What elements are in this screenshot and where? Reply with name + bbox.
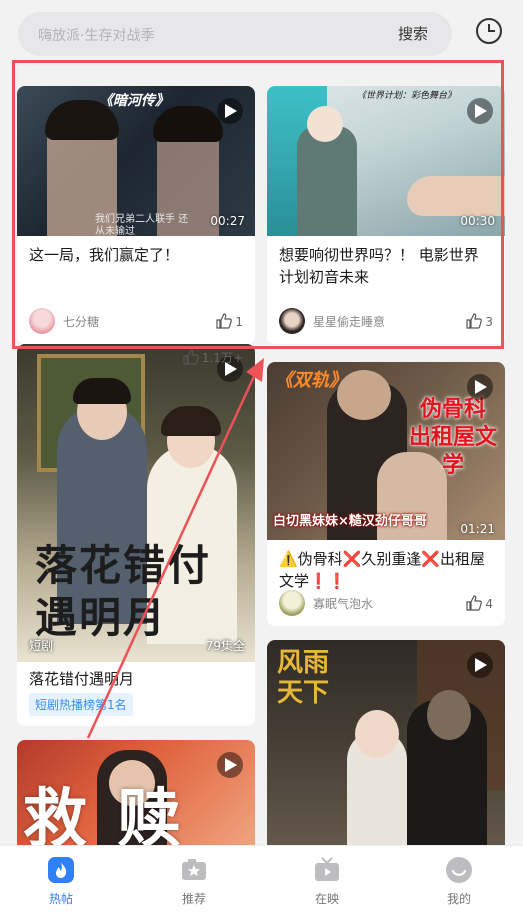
history-clock-icon[interactable]: [475, 17, 503, 45]
tab-label: 我的: [446, 892, 471, 906]
search-placeholder: 嗨放派·生存对战季: [38, 28, 155, 44]
flame-icon: [48, 857, 74, 883]
tv-play-icon: [315, 857, 339, 881]
tab-label: 热帖: [48, 892, 73, 906]
tab-now-showing[interactable]: 在映: [287, 856, 367, 907]
smile-face-icon: [446, 857, 472, 883]
tab-label: 推荐: [181, 892, 206, 906]
tab-label: 在映: [314, 892, 339, 906]
bottom-tab-bar: 热帖 推荐 在映 我的: [0, 845, 523, 918]
tab-recommend[interactable]: 推荐: [154, 856, 234, 907]
search-button[interactable]: 搜索: [398, 23, 428, 44]
feed: 《暗河传》 我们兄弟二人联手 还从未输过 00:27 这一局，我们赢定了！ 七分…: [0, 70, 523, 845]
annotation-arrow: [86, 358, 264, 739]
top-bar: 嗨放派·生存对战季 搜索: [0, 0, 523, 70]
search-input[interactable]: 嗨放派·生存对战季 搜索: [18, 12, 452, 56]
tab-mine[interactable]: 我的: [419, 856, 499, 907]
tab-hot-posts[interactable]: 热帖: [21, 856, 101, 907]
camera-star-icon: [182, 859, 206, 880]
